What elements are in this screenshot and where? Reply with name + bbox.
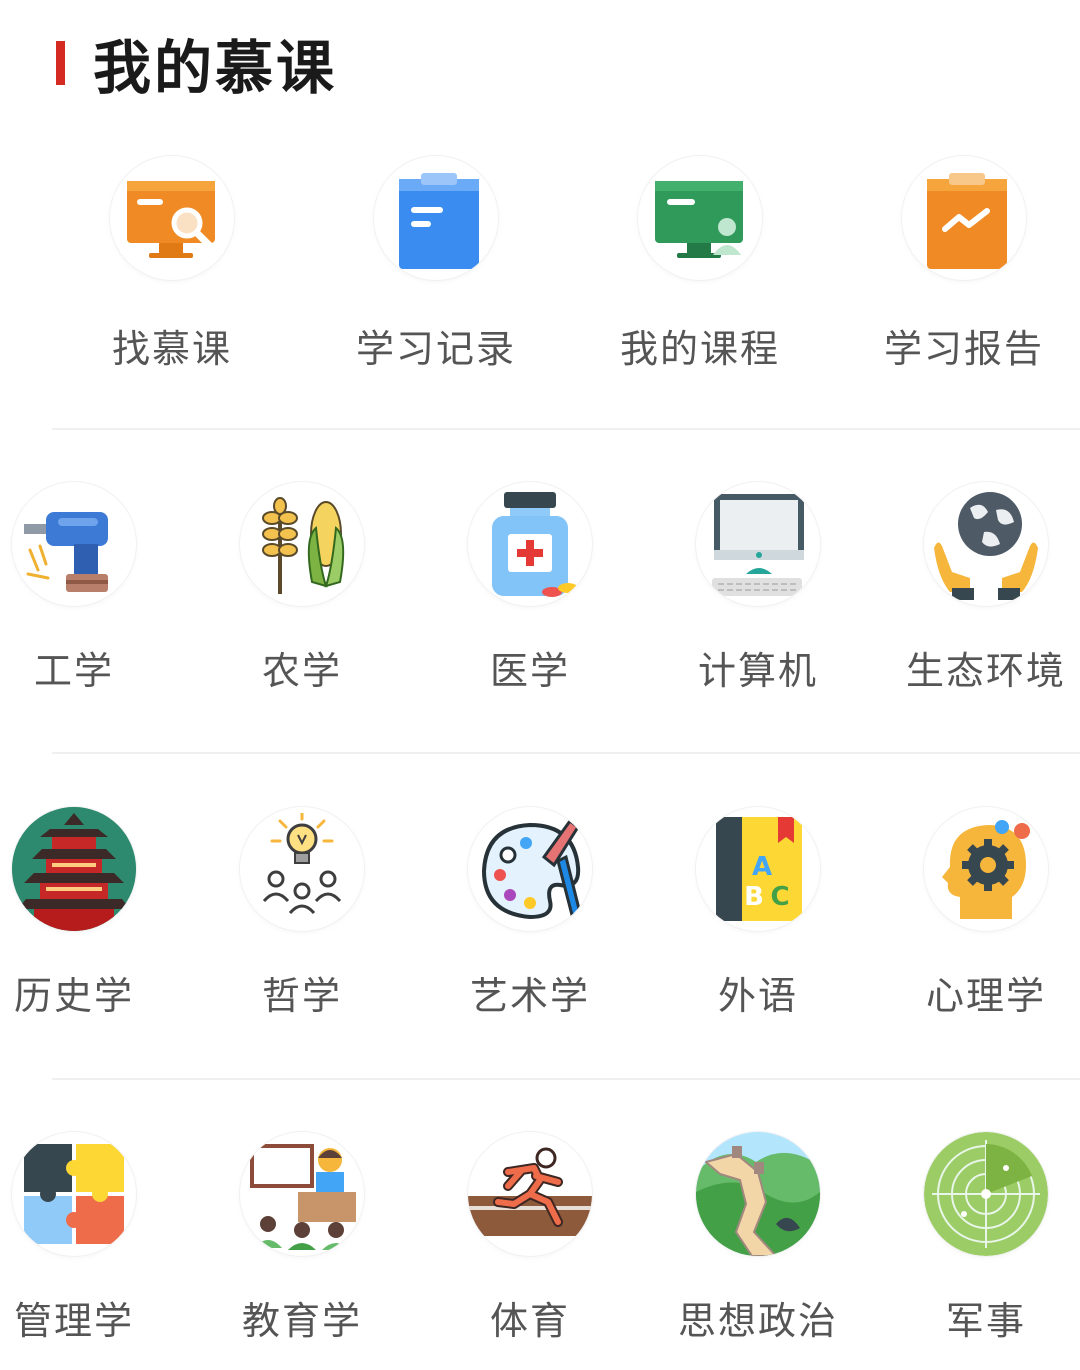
runner-icon xyxy=(468,1132,592,1256)
quick-action-study-report[interactable]: 学习报告 xyxy=(844,156,1080,373)
drill-icon xyxy=(12,482,136,606)
globe-hands-icon xyxy=(924,482,1048,606)
category-label: 医学 xyxy=(489,649,570,693)
abc-book-icon: A B C xyxy=(696,807,820,931)
puzzle-icon xyxy=(12,1132,136,1256)
svg-text:B: B xyxy=(744,882,764,912)
category-military[interactable]: 军事 xyxy=(866,1132,1080,1345)
quick-action-my-courses[interactable]: 我的课程 xyxy=(580,156,820,373)
category-label: 生态环境 xyxy=(905,649,1066,693)
medicine-bottle-icon xyxy=(468,482,592,606)
quick-action-find-mooc[interactable]: 找慕课 xyxy=(52,156,292,373)
header-accent-bar xyxy=(56,41,65,85)
category-label: 思想政治 xyxy=(677,1299,838,1343)
computer-icon xyxy=(696,482,820,606)
quick-action-label: 我的课程 xyxy=(619,327,780,371)
quick-action-study-record[interactable]: 学习记录 xyxy=(316,156,556,373)
category-sports[interactable]: 体育 xyxy=(410,1132,650,1345)
category-medicine[interactable]: 医学 xyxy=(410,482,650,695)
category-management[interactable]: 管理学 xyxy=(0,1132,194,1345)
palette-icon xyxy=(468,807,592,931)
category-psychology[interactable]: 心理学 xyxy=(866,807,1080,1020)
monitor-search-icon xyxy=(110,156,234,280)
wheat-corn-icon xyxy=(240,482,364,606)
divider xyxy=(52,752,1080,754)
category-education[interactable]: 教育学 xyxy=(182,1132,422,1345)
category-label: 艺术学 xyxy=(469,974,590,1018)
category-engineering[interactable]: 工学 xyxy=(0,482,194,695)
category-label: 工学 xyxy=(33,649,114,693)
category-art[interactable]: 艺术学 xyxy=(410,807,650,1020)
teacher-icon xyxy=(240,1132,364,1256)
category-agriculture[interactable]: 农学 xyxy=(182,482,422,695)
clipboard-record-icon xyxy=(374,156,498,280)
section-header: 我的慕课 xyxy=(56,28,337,102)
category-label: 外语 xyxy=(717,974,798,1018)
radar-icon xyxy=(924,1132,1048,1256)
category-label: 历史学 xyxy=(13,974,134,1018)
category-label: 管理学 xyxy=(13,1299,134,1343)
divider xyxy=(52,1078,1080,1080)
category-ecology[interactable]: 生态环境 xyxy=(866,482,1080,695)
great-wall-icon xyxy=(696,1132,820,1256)
category-computer[interactable]: 计算机 xyxy=(638,482,878,695)
head-gears-icon xyxy=(924,807,1048,931)
section-title: 我的慕课 xyxy=(93,34,338,102)
divider xyxy=(52,428,1080,430)
svg-text:C: C xyxy=(770,882,789,912)
category-label: 军事 xyxy=(945,1299,1026,1343)
category-label: 体育 xyxy=(489,1299,570,1343)
category-label: 哲学 xyxy=(261,974,342,1018)
pagoda-icon xyxy=(12,807,136,931)
lightbulb-people-icon xyxy=(240,807,364,931)
quick-action-label: 学习记录 xyxy=(355,327,516,371)
category-philosophy[interactable]: 哲学 xyxy=(182,807,422,1020)
monitor-user-icon xyxy=(638,156,762,280)
category-label: 计算机 xyxy=(697,649,818,693)
quick-action-label: 学习报告 xyxy=(883,327,1044,371)
clipboard-chart-icon xyxy=(902,156,1026,280)
category-label: 教育学 xyxy=(241,1299,362,1343)
category-history[interactable]: 历史学 xyxy=(0,807,194,1020)
category-ideology-politics[interactable]: 思想政治 xyxy=(638,1132,878,1345)
category-label: 心理学 xyxy=(925,974,1046,1018)
quick-action-label: 找慕课 xyxy=(111,327,232,371)
category-label: 农学 xyxy=(261,649,342,693)
category-foreign-language[interactable]: A B C 外语 xyxy=(638,807,878,1020)
svg-text:A: A xyxy=(752,852,772,882)
